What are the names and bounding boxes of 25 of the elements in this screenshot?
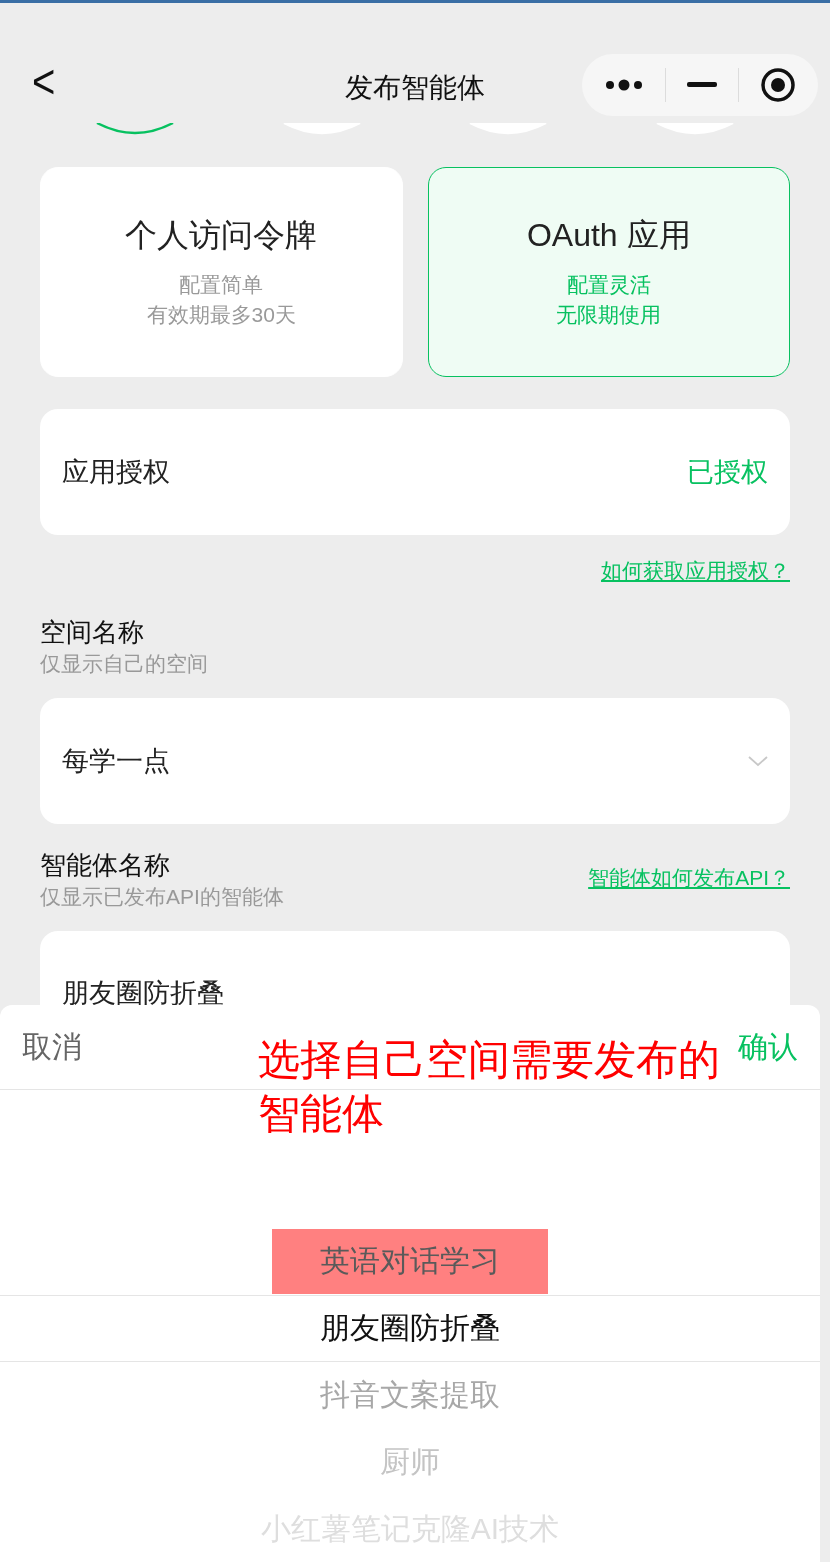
page-title: 发布智能体 bbox=[345, 71, 485, 105]
token-type-card[interactable]: OAuth 应用 配置灵活 无限期使用 bbox=[427, 167, 790, 377]
space-dropdown[interactable]: 每学一点 bbox=[40, 698, 790, 824]
section-hint: 仅显示自己的空间 bbox=[40, 651, 209, 677]
card-title: 个人访问令牌 bbox=[125, 216, 318, 255]
card-description: 配置简单 bbox=[179, 272, 264, 298]
dropdown-value: 每学一点 bbox=[62, 745, 170, 778]
more-icon[interactable] bbox=[604, 78, 645, 92]
section-label: 空间名称 bbox=[40, 616, 145, 649]
close-icon[interactable] bbox=[759, 67, 796, 103]
row-label: 应用授权 bbox=[62, 456, 170, 489]
token-type-card[interactable]: 个人访问令牌 配置简单 有效期最多30天 bbox=[40, 167, 403, 377]
section-label: 智能体名称 bbox=[40, 849, 171, 882]
authorization-row[interactable]: 应用授权 已授权 bbox=[40, 409, 790, 535]
card-description: 有效期最多30天 bbox=[146, 302, 296, 328]
chevron-down-icon bbox=[748, 755, 768, 767]
picker-option[interactable]: 朋友圈防折叠 bbox=[272, 1296, 548, 1361]
card-title: OAuth 应用 bbox=[526, 216, 691, 255]
card-description: 无限期使用 bbox=[556, 302, 662, 328]
card-description: 配置灵活 bbox=[566, 272, 651, 298]
minimize-icon[interactable] bbox=[687, 82, 717, 88]
dropdown-value: 朋友圈防折叠 bbox=[62, 977, 224, 1010]
section-hint: 仅显示已发布API的智能体 bbox=[40, 884, 284, 910]
back-button[interactable]: < bbox=[32, 57, 56, 105]
status-text: 已授权 bbox=[687, 456, 768, 489]
